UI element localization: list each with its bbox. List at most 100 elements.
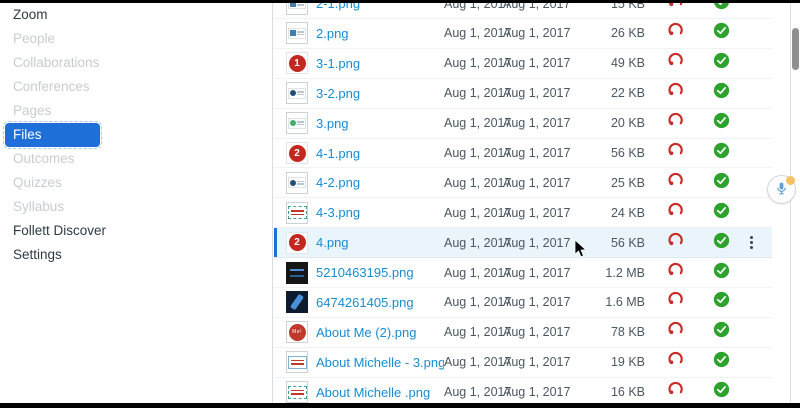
file-name-link[interactable]: 5210463195.png bbox=[316, 265, 444, 280]
file-name-link[interactable]: 3-1.png bbox=[316, 56, 444, 71]
file-name-link[interactable]: 2.png bbox=[316, 26, 444, 41]
date-modified: Aug 1, 2017 bbox=[503, 146, 571, 160]
sidebar-item-conferences[interactable]: Conferences bbox=[0, 75, 272, 99]
file-name-link[interactable]: 6474261405.png bbox=[316, 295, 444, 310]
file-name-link[interactable]: About Me (2).png bbox=[316, 325, 444, 340]
restricted-status-button[interactable] bbox=[645, 112, 705, 134]
restricted-status-button[interactable] bbox=[645, 82, 705, 104]
table-row[interactable]: 2 4-1.png Aug 1, 2017 Aug 1, 2017 56 KB bbox=[274, 138, 772, 169]
scrollbar-thumb[interactable] bbox=[792, 28, 799, 70]
table-row[interactable]: 2-1.png Aug 1, 2017 Aug 1, 2017 15 KB bbox=[274, 3, 772, 19]
published-check-icon bbox=[713, 351, 730, 373]
published-status-button[interactable] bbox=[705, 321, 737, 343]
published-status-button[interactable] bbox=[705, 381, 737, 403]
sidebar-item-collaborations[interactable]: Collaborations bbox=[0, 51, 272, 75]
published-status-button[interactable] bbox=[705, 232, 737, 254]
table-row[interactable]: 2 4.png Aug 1, 2017 Aug 1, 2017 56 KB bbox=[274, 228, 772, 259]
date-modified: Aug 1, 2017 bbox=[503, 265, 571, 280]
restricted-gauge-icon bbox=[667, 82, 684, 104]
restricted-status-button[interactable] bbox=[645, 52, 705, 74]
published-status-button[interactable] bbox=[705, 112, 737, 134]
date-created: Aug 1, 2017 bbox=[444, 385, 512, 400]
restricted-status-button[interactable] bbox=[645, 321, 705, 343]
file-size: 22 KB bbox=[610, 86, 645, 101]
date-created: Aug 1, 2017 bbox=[444, 175, 512, 190]
table-row[interactable]: 3.png Aug 1, 2017 Aug 1, 2017 20 KB bbox=[274, 108, 772, 139]
files-table: 2-1.png Aug 1, 2017 Aug 1, 2017 15 KB 2.… bbox=[274, 3, 772, 403]
restricted-gauge-icon bbox=[667, 3, 684, 15]
sidebar-item-quizzes[interactable]: Quizzes bbox=[0, 171, 272, 195]
restricted-status-button[interactable] bbox=[645, 22, 705, 44]
restricted-gauge-icon bbox=[667, 232, 684, 254]
sidebar-item-zoom[interactable]: Zoom bbox=[0, 3, 272, 27]
course-nav: Zoom People Collaborations Conferences Pages… bbox=[0, 3, 272, 267]
restricted-status-button[interactable] bbox=[645, 291, 705, 313]
restricted-status-button[interactable] bbox=[645, 142, 705, 164]
bottom-window-bar bbox=[0, 403, 800, 408]
file-name-link[interactable]: 4-1.png bbox=[316, 146, 444, 161]
published-status-button[interactable] bbox=[705, 351, 737, 373]
table-row[interactable]: 6474261405.png Aug 1, 2017 Aug 1, 2017 1… bbox=[274, 288, 772, 318]
published-status-button[interactable] bbox=[705, 52, 737, 74]
restricted-status-button[interactable] bbox=[645, 232, 705, 254]
file-name-link[interactable]: 2-1.png bbox=[316, 3, 444, 11]
table-row[interactable]: 2.png Aug 1, 2017 Aug 1, 2017 26 KB bbox=[274, 19, 772, 49]
sidebar-item-files[interactable]: Files bbox=[3, 121, 102, 149]
table-row[interactable]: About Michelle - 3.png Aug 1, 2017 Aug 1… bbox=[274, 347, 772, 378]
restricted-gauge-icon bbox=[667, 202, 684, 224]
file-name-link[interactable]: 3.png bbox=[316, 116, 444, 131]
sidebar-item-people[interactable]: People bbox=[0, 27, 272, 51]
table-row[interactable]: 4-3.png Aug 1, 2017 Aug 1, 2017 24 KB bbox=[274, 198, 772, 229]
date-created: Aug 1, 2017 bbox=[444, 325, 512, 340]
file-name-link[interactable]: About Michelle .png bbox=[316, 385, 444, 400]
restricted-status-button[interactable] bbox=[645, 351, 705, 373]
file-name-link[interactable]: 4.png bbox=[316, 235, 444, 250]
canvas-files-page: Zoom People Collaborations Conferences Pages… bbox=[0, 0, 800, 408]
date-modified: Aug 1, 2017 bbox=[503, 235, 571, 250]
table-row[interactable]: About Michelle .png Aug 1, 2017 Aug 1, 2… bbox=[274, 377, 772, 403]
sidebar-item-syllabus[interactable]: Syllabus bbox=[0, 195, 272, 219]
sidebar-item-pages[interactable]: Pages bbox=[0, 99, 272, 123]
file-thumbnail bbox=[286, 201, 308, 224]
table-row[interactable]: Me! About Me (2).png Aug 1, 2017 Aug 1, … bbox=[274, 317, 772, 348]
restricted-status-button[interactable] bbox=[645, 172, 705, 194]
date-modified: Aug 1, 2017 bbox=[503, 385, 571, 400]
file-size: 15 KB bbox=[610, 3, 645, 11]
sidebar-item-settings[interactable]: Settings bbox=[0, 243, 272, 267]
published-status-button[interactable] bbox=[705, 262, 737, 284]
thumbnail-art bbox=[288, 117, 306, 129]
table-row[interactable]: 4-2.png Aug 1, 2017 Aug 1, 2017 25 KB bbox=[274, 168, 772, 199]
thumbnail-art bbox=[288, 3, 306, 10]
file-name-link[interactable]: About Michelle - 3.png bbox=[316, 355, 444, 370]
restricted-gauge-icon bbox=[667, 381, 684, 403]
file-thumbnail bbox=[286, 112, 308, 135]
published-status-button[interactable] bbox=[705, 202, 737, 224]
file-name-link[interactable]: 4-3.png bbox=[316, 205, 444, 220]
file-thumbnail bbox=[286, 3, 308, 15]
table-row[interactable]: 3-2.png Aug 1, 2017 Aug 1, 2017 22 KB bbox=[274, 78, 772, 109]
restricted-status-button[interactable] bbox=[645, 3, 705, 15]
more-options-kebab-button[interactable] bbox=[743, 236, 759, 250]
sidebar-item-outcomes[interactable]: Outcomes bbox=[0, 147, 272, 171]
restricted-status-button[interactable] bbox=[645, 262, 705, 284]
table-row[interactable]: 5210463195.png Aug 1, 2017 Aug 1, 2017 1… bbox=[274, 258, 772, 289]
sidebar-item-follett-discover[interactable]: Follett Discover bbox=[0, 219, 272, 243]
file-thumbnail: 2 bbox=[286, 142, 308, 164]
published-status-button[interactable] bbox=[705, 3, 737, 15]
restricted-gauge-icon bbox=[667, 22, 684, 44]
published-status-button[interactable] bbox=[705, 22, 737, 44]
table-row[interactable]: 1 3-1.png Aug 1, 2017 Aug 1, 2017 49 KB bbox=[274, 48, 772, 79]
published-status-button[interactable] bbox=[705, 291, 737, 313]
file-thumbnail: Me! bbox=[286, 321, 308, 344]
published-status-button[interactable] bbox=[705, 142, 737, 164]
file-size: 19 KB bbox=[610, 355, 645, 370]
date-modified: Aug 1, 2017 bbox=[503, 175, 571, 190]
file-name-link[interactable]: 4-2.png bbox=[316, 175, 444, 190]
date-modified: Aug 1, 2017 bbox=[503, 3, 571, 11]
restricted-status-button[interactable] bbox=[645, 202, 705, 224]
published-status-button[interactable] bbox=[705, 172, 737, 194]
file-name-link[interactable]: 3-2.png bbox=[316, 86, 444, 101]
restricted-status-button[interactable] bbox=[645, 381, 705, 403]
published-status-button[interactable] bbox=[705, 82, 737, 104]
file-thumbnail: 2 bbox=[286, 231, 308, 254]
